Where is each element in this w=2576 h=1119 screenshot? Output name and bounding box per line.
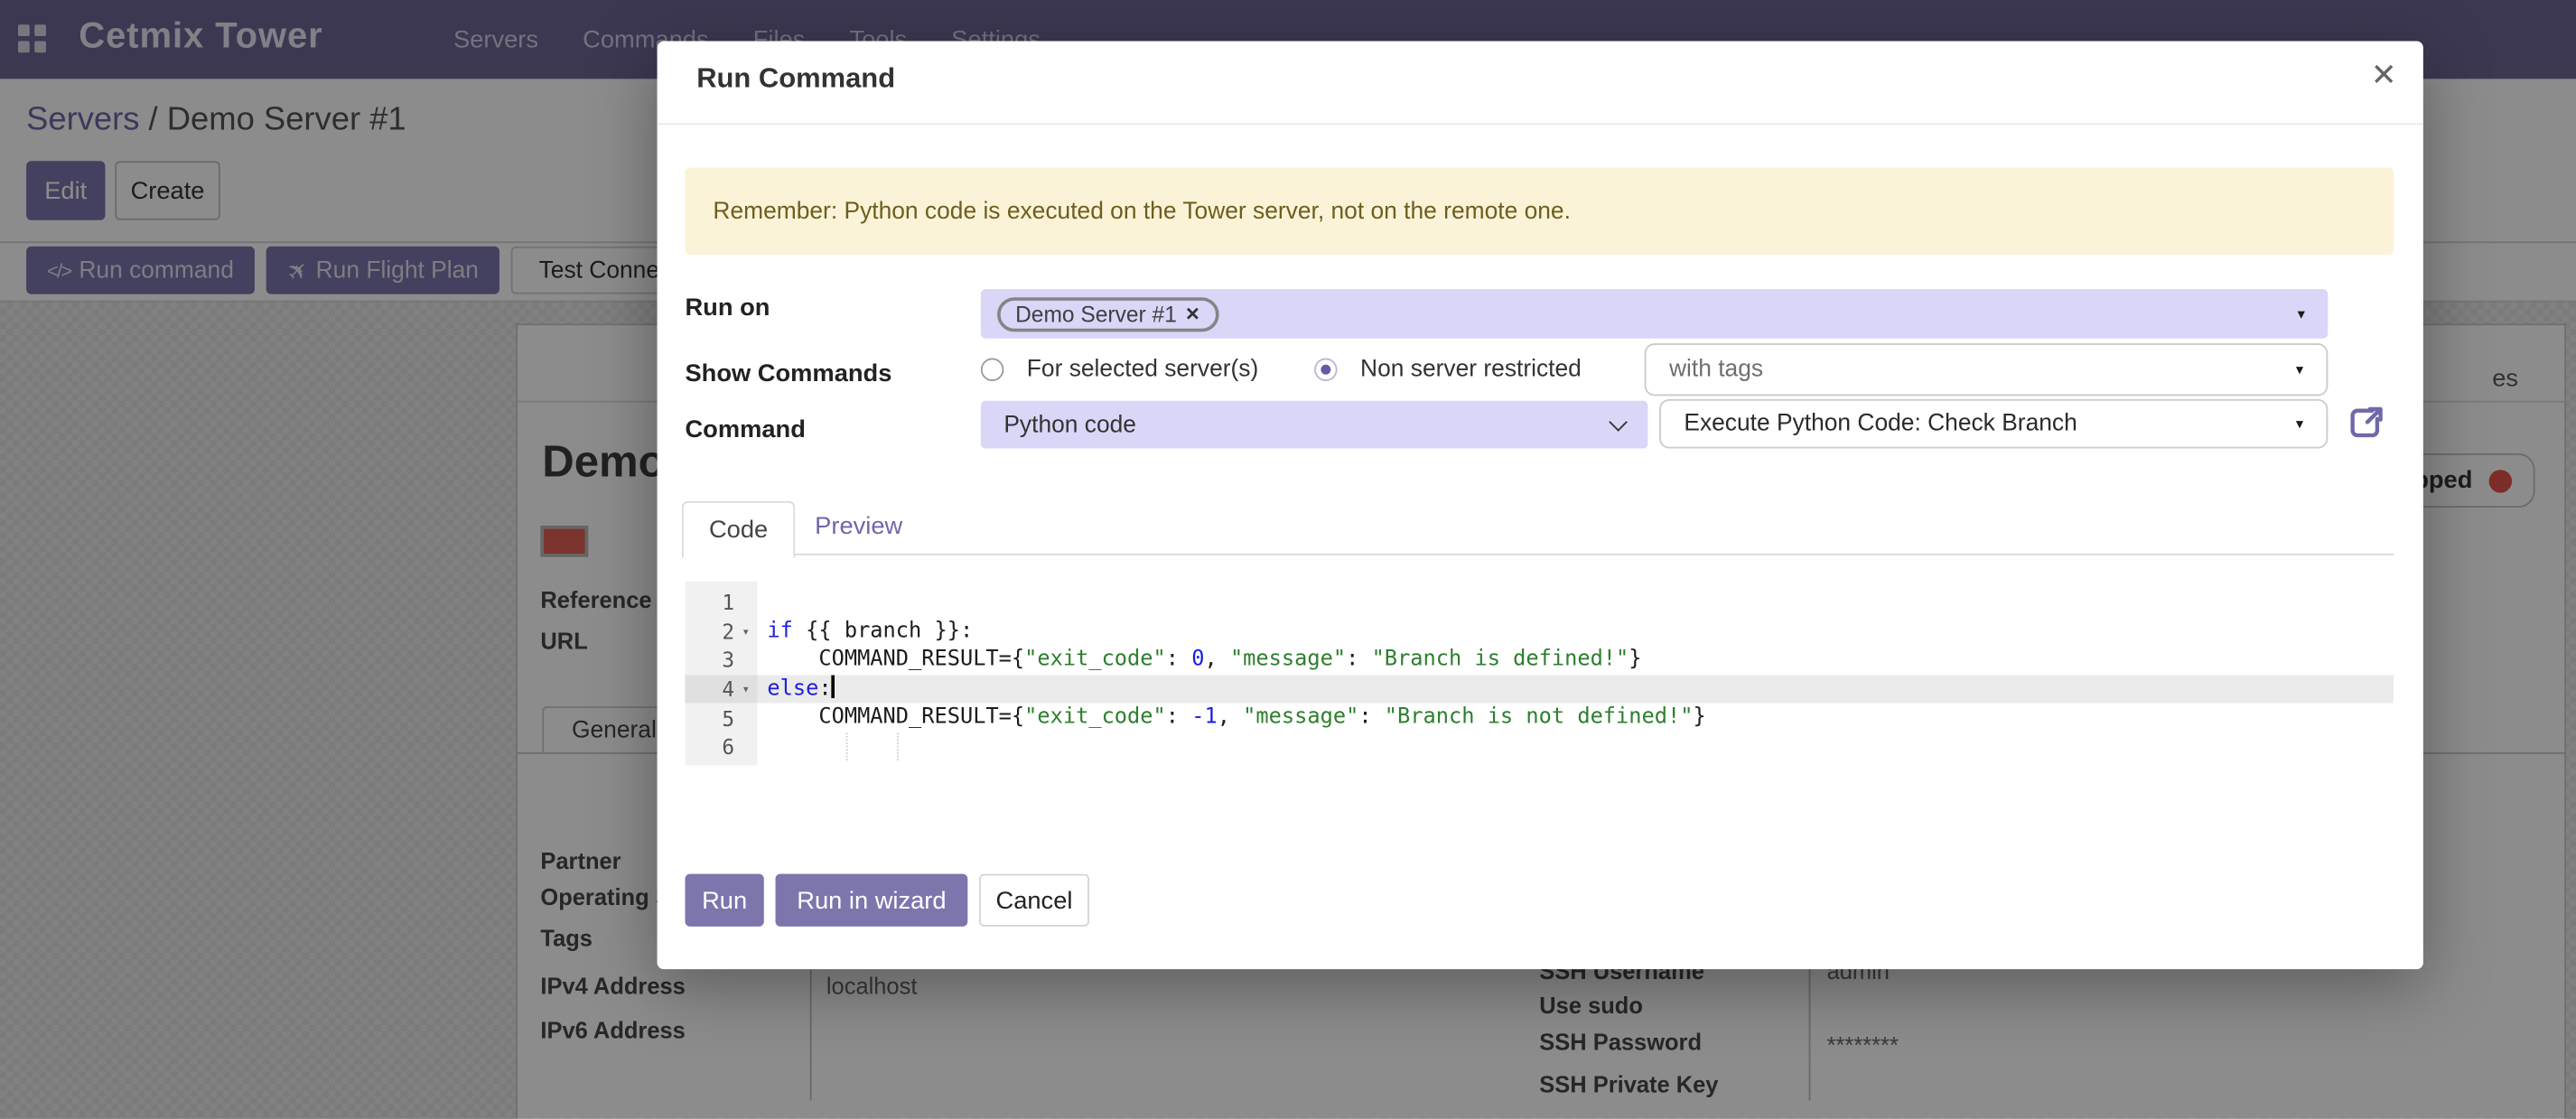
warning-alert: Remember: Python code is executed on the…	[685, 168, 2394, 255]
cancel-button[interactable]: Cancel	[979, 874, 1089, 927]
indent-guide	[897, 732, 899, 760]
tags-filter-select[interactable]: with tags ▾	[1645, 343, 2329, 396]
close-icon[interactable]: ✕	[2371, 58, 2397, 96]
run-button[interactable]: Run	[685, 874, 763, 927]
fold-icon[interactable]: ▾	[734, 624, 757, 639]
editor-code[interactable]: if {{ branch }}: COMMAND_RESULT={"exit_c…	[767, 588, 1705, 761]
code-line[interactable]: COMMAND_RESULT={"exit_code": 0, "message…	[767, 646, 1705, 675]
code-line[interactable]: else:	[767, 675, 1705, 704]
command-label: Command	[685, 415, 805, 443]
run-command-modal: Run Command ✕ Remember: Python code is e…	[658, 41, 2423, 969]
show-commands-radios: For selected server(s) Non server restri…	[981, 357, 1582, 383]
radio-selected-servers-label[interactable]: For selected server(s)	[1027, 357, 1258, 383]
gutter-line: 1	[685, 588, 757, 617]
code-line[interactable]: COMMAND_RESULT={"exit_code": -1, "messag…	[767, 704, 1705, 732]
tab-preview[interactable]: Preview	[815, 512, 902, 540]
external-link-icon[interactable]	[2347, 404, 2385, 442]
tab-code[interactable]: Code	[682, 501, 796, 559]
editor-gutter: 12▾34▾56	[685, 582, 757, 766]
fold-icon[interactable]: ▾	[734, 682, 757, 696]
run-on-field[interactable]: Demo Server #1 ✕ ▾	[981, 289, 2328, 339]
modal-title: Run Command	[696, 62, 895, 95]
chevron-down-icon: ▾	[2296, 360, 2303, 378]
run-on-label: Run on	[685, 294, 770, 322]
run-in-wizard-button[interactable]: Run in wizard	[776, 874, 968, 927]
command-type-select[interactable]: Python code	[981, 401, 1647, 449]
gutter-line: 3	[685, 646, 757, 675]
chevron-down-icon	[1609, 412, 1628, 431]
radio-non-restricted-label[interactable]: Non server restricted	[1360, 357, 1582, 383]
command-select[interactable]: Execute Python Code: Check Branch ▾	[1659, 399, 2328, 449]
code-line[interactable]: if {{ branch }}:	[767, 617, 1705, 646]
screen: Cetmix Tower Servers Commands Files Tool…	[0, 0, 2576, 1119]
code-line[interactable]	[767, 732, 1705, 761]
gutter-line: 6	[685, 732, 757, 761]
gutter-line: 2▾	[685, 617, 757, 646]
server-tag-chip: Demo Server #1 ✕	[997, 296, 1218, 331]
radio-non-restricted[interactable]	[1314, 359, 1337, 381]
text-cursor	[832, 675, 835, 697]
radio-selected-servers[interactable]	[981, 359, 1003, 381]
code-editor[interactable]: 12▾34▾56 if {{ branch }}: COMMAND_RESULT…	[685, 582, 2394, 766]
tabs-border	[682, 554, 2394, 555]
chevron-down-icon: ▾	[2298, 305, 2305, 323]
gutter-line: 5	[685, 704, 757, 732]
chevron-down-icon: ▾	[2296, 415, 2303, 433]
divider	[658, 123, 2423, 125]
code-line[interactable]	[767, 588, 1705, 617]
gutter-line: 4▾	[685, 675, 757, 704]
chip-remove-icon[interactable]: ✕	[1185, 303, 1200, 325]
show-commands-label: Show Commands	[685, 359, 891, 387]
indent-guide	[846, 732, 848, 760]
